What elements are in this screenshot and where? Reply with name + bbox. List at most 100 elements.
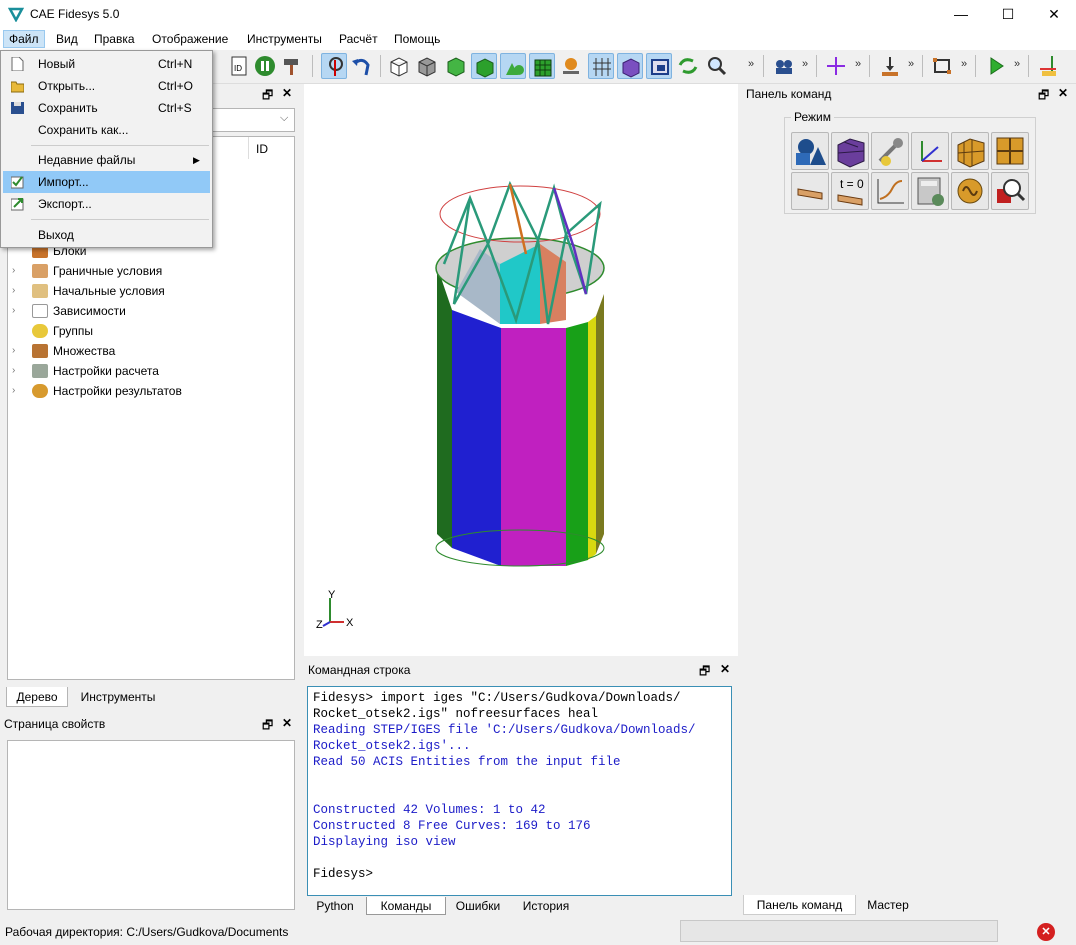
initial-conditions-mode-icon[interactable]: t = 0 — [831, 172, 869, 210]
menu-help[interactable]: Помощь — [389, 30, 445, 48]
tree-item-label: Настройки результатов — [53, 384, 182, 398]
tab-command-panel[interactable]: Панель команд — [743, 895, 856, 915]
toolbar-separator — [380, 55, 381, 77]
command-output[interactable]: Fidesys> import iges "C:/Users/Gudkova/D… — [307, 686, 732, 896]
refresh-icon[interactable] — [675, 53, 701, 79]
hammer-icon[interactable] — [279, 53, 305, 79]
green-cube-icon[interactable] — [443, 53, 469, 79]
toolbar-overflow-icon[interactable]: » — [908, 58, 914, 70]
mesh-mode-icon[interactable] — [831, 132, 869, 170]
results-mode-icon[interactable] — [951, 172, 989, 210]
solid-gray-cube-icon[interactable] — [414, 53, 440, 79]
sets-mode-icon[interactable] — [991, 132, 1029, 170]
close-panel-icon[interactable]: ✕ — [282, 716, 292, 730]
calculation-mode-icon[interactable] — [911, 172, 949, 210]
maximize-button[interactable]: ☐ — [985, 0, 1031, 28]
menu-tools[interactable]: Инструменты — [242, 30, 327, 48]
postprocessing-mode-icon[interactable] — [991, 172, 1029, 210]
menu-item-import[interactable]: Импорт... — [3, 171, 210, 193]
expand-arrow-icon[interactable]: › — [12, 381, 15, 401]
menu-display[interactable]: Отображение — [147, 30, 233, 48]
submenu-arrow-icon: ▶ — [193, 155, 200, 165]
window-icon[interactable] — [646, 53, 672, 79]
tab-commands[interactable]: Команды — [366, 897, 446, 915]
menu-item-export[interactable]: Экспорт... — [3, 193, 210, 215]
boundary-conditions-icon — [32, 264, 48, 278]
select-point-icon[interactable] — [321, 53, 347, 79]
command-output-line: Fidesys> import iges "C:/Users/Gudkova/D… — [313, 691, 681, 705]
undock-icon[interactable]: 🗗 — [262, 716, 273, 737]
undock-icon[interactable]: 🗗 — [699, 662, 710, 683]
close-panel-icon[interactable]: ✕ — [720, 662, 730, 676]
undock-icon[interactable]: 🗗 — [262, 86, 273, 107]
purple-cube-icon[interactable] — [617, 53, 643, 79]
bounding-box-icon[interactable] — [929, 53, 955, 79]
tab-python[interactable]: Python — [308, 897, 362, 915]
pause-icon[interactable] — [252, 53, 278, 79]
tab-history[interactable]: История — [513, 897, 579, 915]
zoom-icon[interactable] — [704, 53, 730, 79]
tab-master[interactable]: Мастер — [858, 895, 918, 915]
error-indicator-icon[interactable]: ✕ — [1037, 923, 1055, 941]
menu-item-new[interactable]: Новый Ctrl+N — [3, 53, 210, 75]
id-icon[interactable]: ID — [226, 53, 252, 79]
toolbar-separator — [312, 55, 313, 77]
tab-tree[interactable]: Дерево — [6, 687, 68, 707]
toolbar-overflow-icon[interactable]: » — [802, 58, 808, 70]
z-axis-arrows-icon[interactable] — [1036, 53, 1062, 79]
load-arrow-icon[interactable] — [877, 53, 903, 79]
tab-errors[interactable]: Ошибки — [449, 897, 507, 915]
open-folder-icon — [11, 81, 24, 93]
nodes-icon[interactable] — [558, 53, 584, 79]
menu-item-shortcut: Ctrl+O — [158, 79, 194, 93]
green-cube-selected-icon[interactable] — [471, 53, 497, 79]
menu-item-save-as[interactable]: Сохранить как... — [3, 119, 210, 141]
material-mode-icon[interactable] — [871, 132, 909, 170]
blocks-mode-icon[interactable] — [951, 132, 989, 170]
toolbar-overflow-icon[interactable]: » — [748, 58, 754, 70]
toolbar-overflow-icon[interactable]: » — [855, 58, 861, 70]
menu-item-exit[interactable]: Выход — [3, 224, 210, 246]
crosshair-icon[interactable] — [823, 53, 849, 79]
wireframe-cube-icon[interactable] — [386, 53, 412, 79]
viewport-3d[interactable]: Y X Z — [304, 84, 738, 656]
boundary-conditions-mode-icon[interactable] — [791, 172, 829, 210]
import-icon — [11, 176, 24, 189]
expand-arrow-icon[interactable]: › — [12, 361, 15, 381]
users-icon[interactable] — [771, 53, 797, 79]
menu-item-shortcut: Ctrl+N — [158, 57, 193, 71]
grid-icon[interactable] — [588, 53, 614, 79]
undo-icon[interactable] — [348, 53, 374, 79]
minimize-button[interactable]: — — [938, 0, 984, 28]
close-panel-icon[interactable]: ✕ — [282, 86, 292, 100]
menu-file[interactable]: Файл — [3, 30, 45, 48]
dependencies-mode-icon[interactable] — [871, 172, 909, 210]
expand-arrow-icon[interactable]: › — [12, 261, 15, 281]
menu-item-save[interactable]: Сохранить Ctrl+S — [3, 97, 210, 119]
menu-view[interactable]: Вид — [51, 30, 83, 48]
column-header-id[interactable]: ID — [256, 142, 268, 156]
close-window-button[interactable]: ✕ — [1031, 0, 1076, 28]
menu-item-recent-files[interactable]: Недавние файлы ▶ — [3, 149, 210, 171]
tab-tools[interactable]: Инструменты — [70, 687, 166, 707]
undock-icon[interactable]: 🗗 — [1038, 86, 1049, 107]
mesh-cube-icon[interactable] — [529, 53, 555, 79]
toolbar-overflow-icon[interactable]: » — [961, 58, 967, 70]
menu-item-open[interactable]: Открыть... Ctrl+O — [3, 75, 210, 97]
shapes-icon[interactable] — [500, 53, 526, 79]
toolbar-overflow-icon[interactable]: » — [1014, 58, 1020, 70]
expand-arrow-icon[interactable]: › — [12, 301, 15, 321]
menu-calculation[interactable]: Расчёт — [334, 30, 383, 48]
working-directory: Рабочая директория: C:/Users/Gudkova/Doc… — [5, 925, 289, 939]
coordinate-system-icon[interactable] — [911, 132, 949, 170]
toolbar-separator — [869, 55, 870, 77]
run-play-icon[interactable] — [983, 53, 1009, 79]
expand-arrow-icon[interactable]: › — [12, 341, 15, 361]
model-render: Y X Z — [316, 180, 605, 631]
command-output-line: Reading STEP/IGES file 'C:/Users/Gudkova… — [313, 723, 696, 737]
close-panel-icon[interactable]: ✕ — [1058, 86, 1068, 100]
column-divider — [248, 137, 249, 159]
expand-arrow-icon[interactable]: › — [12, 281, 15, 301]
menu-edit[interactable]: Правка — [89, 30, 140, 48]
geometry-mode-icon[interactable] — [791, 132, 829, 170]
